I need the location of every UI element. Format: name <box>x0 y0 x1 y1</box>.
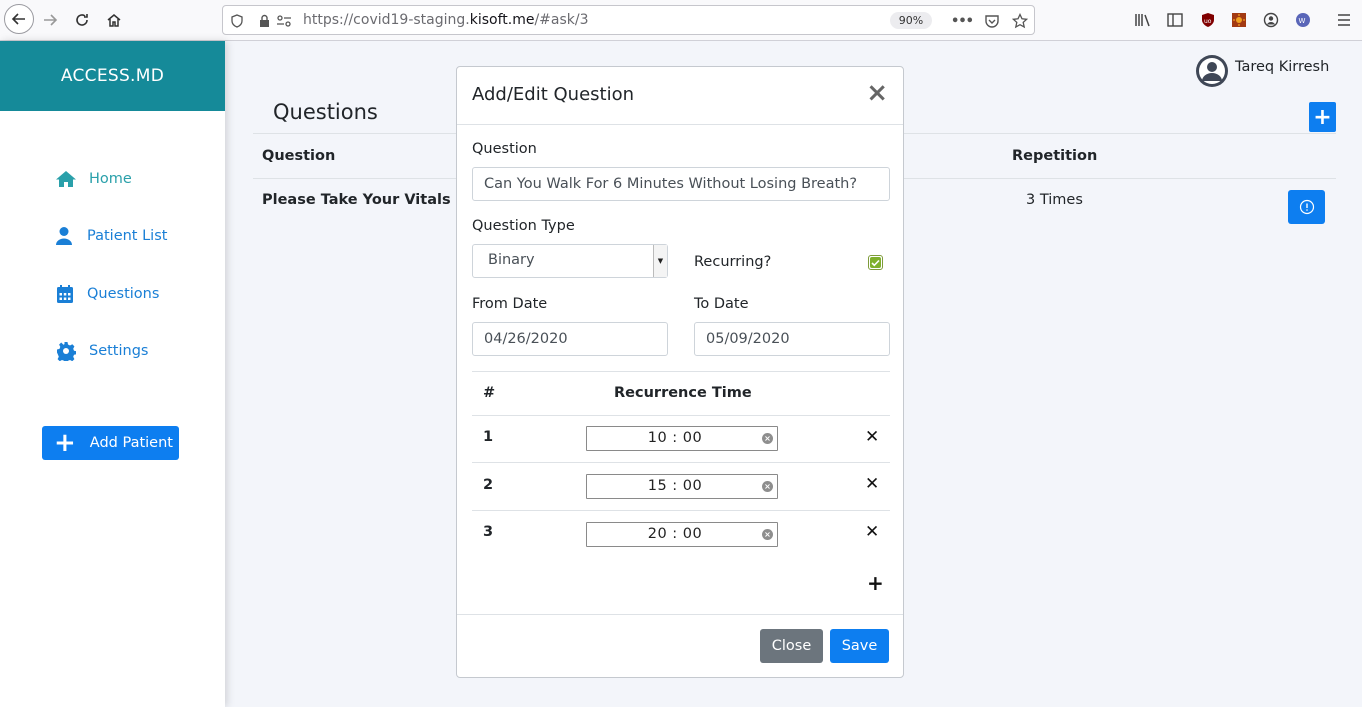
recurring-label: Recurring? <box>694 254 772 270</box>
question-type-label: Question Type <box>472 218 575 234</box>
info-icon <box>1299 199 1314 215</box>
modal-header: Add/Edit Question × <box>457 67 903 125</box>
plus-icon: + <box>54 428 76 458</box>
delete-time-button[interactable]: ✕ <box>865 522 879 542</box>
sidebar-item-settings[interactable]: Settings <box>55 339 148 363</box>
sidebar-item-home[interactable]: Home <box>55 167 132 191</box>
clear-icon[interactable]: × <box>762 433 773 444</box>
avatar <box>1196 55 1228 87</box>
add-time-button[interactable]: + <box>867 571 884 595</box>
clear-icon[interactable]: × <box>762 529 773 540</box>
sidebar: ACCESS.MD Home Patient List Questions Se… <box>0 41 225 707</box>
home-outline-icon <box>107 14 121 27</box>
question-input[interactable]: Can You Walk For 6 Minutes Without Losin… <box>472 167 890 201</box>
back-button[interactable] <box>4 4 34 34</box>
divider <box>472 371 890 372</box>
brand-logo[interactable]: ACCESS.MD <box>0 41 225 111</box>
sidebar-toggle-icon[interactable] <box>1165 10 1185 30</box>
account-icon[interactable] <box>1261 10 1281 30</box>
pocket-icon[interactable] <box>983 12 1001 30</box>
question-type-select[interactable]: Binary ▼ <box>472 244 668 278</box>
arrow-right-icon <box>44 14 58 26</box>
extension-sun-icon[interactable] <box>1229 10 1249 30</box>
reload-icon <box>76 14 88 26</box>
extension-badge-icon[interactable]: W <box>1293 10 1313 30</box>
close-button[interactable]: Close <box>760 629 823 663</box>
permissions-icon[interactable] <box>275 12 293 30</box>
sidebar-item-label: Settings <box>89 343 149 359</box>
user-icon <box>55 225 73 247</box>
forward-button[interactable] <box>36 6 64 34</box>
add-patient-button[interactable]: + Add Patient <box>42 426 179 460</box>
from-date-input[interactable]: 04/26/2020 <box>472 322 668 356</box>
sidebar-item-questions[interactable]: Questions <box>55 282 159 306</box>
divider <box>472 415 890 416</box>
shield-icon[interactable] <box>228 12 246 30</box>
question-label: Question <box>472 141 537 157</box>
row-number: 1 <box>483 429 494 445</box>
bookmark-star-icon[interactable] <box>1011 12 1029 30</box>
reload-button[interactable] <box>68 6 96 34</box>
info-button[interactable] <box>1288 190 1325 224</box>
user-menu[interactable]: Tareq Kirresh <box>1196 55 1329 87</box>
column-header-question: Question <box>262 148 336 164</box>
zoom-badge[interactable]: 90% <box>890 12 932 29</box>
svg-text:W: W <box>1299 17 1306 25</box>
clear-icon[interactable]: × <box>762 481 773 492</box>
browser-toolbar: https://covid19-staging.kisoft.me/#ask/3… <box>0 0 1362 41</box>
delete-time-button[interactable]: ✕ <box>865 427 879 447</box>
divider <box>472 462 890 463</box>
column-header-number: # <box>483 385 496 401</box>
checkmark-icon <box>870 257 881 268</box>
delete-time-button[interactable]: ✕ <box>865 474 879 494</box>
divider <box>457 614 903 615</box>
calendar-icon <box>55 283 75 305</box>
svg-text:uo: uo <box>1204 18 1212 25</box>
question-cell: Please Take Your Vitals <box>262 192 451 208</box>
modal-title: Add/Edit Question <box>472 84 634 105</box>
repetition-cell: 3 Times <box>1026 192 1083 208</box>
arrow-left-icon <box>11 13 25 25</box>
time-value: 15 : 00 <box>647 478 703 494</box>
ublock-icon[interactable]: uo <box>1198 10 1218 30</box>
sidebar-item-label: Questions <box>87 286 160 302</box>
sidebar-item-label: Patient List <box>87 228 168 244</box>
add-edit-question-modal: Add/Edit Question × Question Can You Wal… <box>456 66 904 678</box>
lock-icon[interactable] <box>255 12 273 30</box>
chevron-down-icon: ▼ <box>653 245 667 277</box>
column-header-repetition: Repetition <box>1012 148 1098 164</box>
time-input[interactable]: 15 : 00 × <box>586 474 778 499</box>
more-actions-icon[interactable]: ••• <box>951 12 974 30</box>
url-text[interactable]: https://covid19-staging.kisoft.me/#ask/3 <box>303 12 589 28</box>
divider <box>472 510 890 511</box>
row-number: 2 <box>483 477 494 493</box>
save-button[interactable]: Save <box>830 629 889 663</box>
user-avatar-icon <box>1199 58 1225 84</box>
gear-icon <box>55 340 77 362</box>
time-value: 20 : 00 <box>647 526 703 542</box>
page-title: Questions <box>273 100 378 124</box>
time-value: 10 : 00 <box>647 430 703 446</box>
column-header-recurrence-time: Recurrence Time <box>614 385 752 401</box>
home-button[interactable] <box>100 6 128 34</box>
user-name: Tareq Kirresh <box>1235 59 1330 75</box>
close-icon[interactable]: × <box>866 80 888 106</box>
to-date-input[interactable]: 05/09/2020 <box>694 322 890 356</box>
home-icon <box>55 168 77 190</box>
to-date-label: To Date <box>694 296 749 312</box>
from-date-label: From Date <box>472 296 548 312</box>
add-question-button[interactable]: + <box>1309 102 1336 132</box>
sidebar-item-patient-list[interactable]: Patient List <box>55 224 167 248</box>
recurring-checkbox[interactable] <box>868 255 883 270</box>
row-number: 3 <box>483 524 494 540</box>
add-patient-label: Add Patient <box>89 435 173 451</box>
time-input[interactable]: 10 : 00 × <box>586 426 778 451</box>
sidebar-item-label: Home <box>89 171 132 187</box>
menu-icon[interactable] <box>1334 10 1354 30</box>
library-icon[interactable] <box>1133 10 1153 30</box>
question-type-value: Binary <box>488 252 535 268</box>
url-bar[interactable]: https://covid19-staging.kisoft.me/#ask/3… <box>222 5 1035 35</box>
time-input[interactable]: 20 : 00 × <box>586 522 778 547</box>
